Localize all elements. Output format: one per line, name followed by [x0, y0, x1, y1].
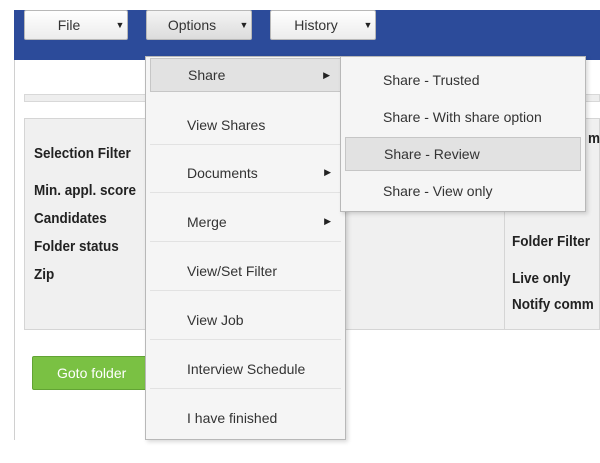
chevron-down-icon: ▼ — [363, 20, 373, 30]
menu-item-label: I have finished — [187, 410, 278, 426]
menu-item-label: Share — [188, 67, 226, 83]
folder-filter-title: Folder Filter — [512, 233, 591, 250]
menu-item-share[interactable]: Share ▶ — [150, 58, 341, 92]
chevron-right-icon: ▶ — [324, 216, 331, 226]
menu-item-i-have-finished[interactable]: I have finished — [150, 398, 341, 438]
submenu-item-share-view-only[interactable]: Share - View only — [345, 174, 581, 208]
submenu-item-label: Share - Review — [384, 146, 480, 162]
menu-item-interview-schedule[interactable]: Interview Schedule — [150, 349, 341, 389]
menu-item-label: Interview Schedule — [187, 360, 306, 377]
chevron-down-icon: ▼ — [239, 20, 249, 30]
menu-item-documents[interactable]: Documents ▶ — [150, 153, 341, 193]
share-submenu: Share - Trusted Share - With share optio… — [340, 56, 586, 212]
menu-item-label: Documents — [187, 164, 258, 181]
submenu-item-share-with-option[interactable]: Share - With share option — [345, 100, 581, 134]
history-menu-label: History — [294, 17, 338, 33]
menu-item-view-shares[interactable]: View Shares — [150, 105, 341, 145]
selection-filter-title: Selection Filter — [34, 145, 131, 162]
menu-item-label: View/Set Filter — [187, 262, 277, 279]
filter-label-notify: Notify comm — [512, 296, 594, 313]
filter-label-zip: Zip — [34, 266, 55, 283]
filter-label-live-only: Live only — [512, 270, 571, 287]
chevron-right-icon: ▶ — [323, 69, 330, 80]
file-menu-button[interactable]: File ▼ — [24, 10, 128, 40]
menu-item-label: View Job — [187, 311, 244, 328]
menu-item-view-set-filter[interactable]: View/Set Filter — [150, 251, 341, 291]
submenu-item-label: Share - View only — [383, 183, 493, 199]
right-filter-fragment: m — [588, 130, 600, 147]
options-menu-label: Options — [167, 17, 217, 33]
options-dropdown-menu: Share ▶ View Shares Documents ▶ Merge ▶ … — [145, 56, 346, 440]
submenu-item-label: Share - Trusted — [383, 72, 480, 88]
chevron-right-icon: ▶ — [324, 167, 331, 177]
options-menu-button[interactable]: Options ▼ — [146, 10, 252, 40]
file-menu-label: File — [57, 17, 81, 33]
filter-label-candidates: Candidates — [34, 210, 107, 227]
filter-label-min-score: Min. appl. score — [34, 182, 137, 199]
submenu-item-label: Share - With share option — [383, 109, 542, 125]
submenu-item-share-trusted[interactable]: Share - Trusted — [345, 63, 581, 97]
menu-item-label: Merge — [187, 213, 227, 230]
goto-folder-label: Goto folder — [57, 365, 127, 381]
menu-item-label: View Shares — [187, 116, 266, 133]
submenu-item-share-review[interactable]: Share - Review — [345, 137, 581, 171]
chevron-down-icon: ▼ — [115, 20, 125, 30]
menu-item-merge[interactable]: Merge ▶ — [150, 202, 341, 242]
history-menu-button[interactable]: History ▼ — [270, 10, 376, 40]
filter-label-folder-status: Folder status — [34, 238, 119, 255]
menu-item-view-job[interactable]: View Job — [150, 300, 341, 340]
